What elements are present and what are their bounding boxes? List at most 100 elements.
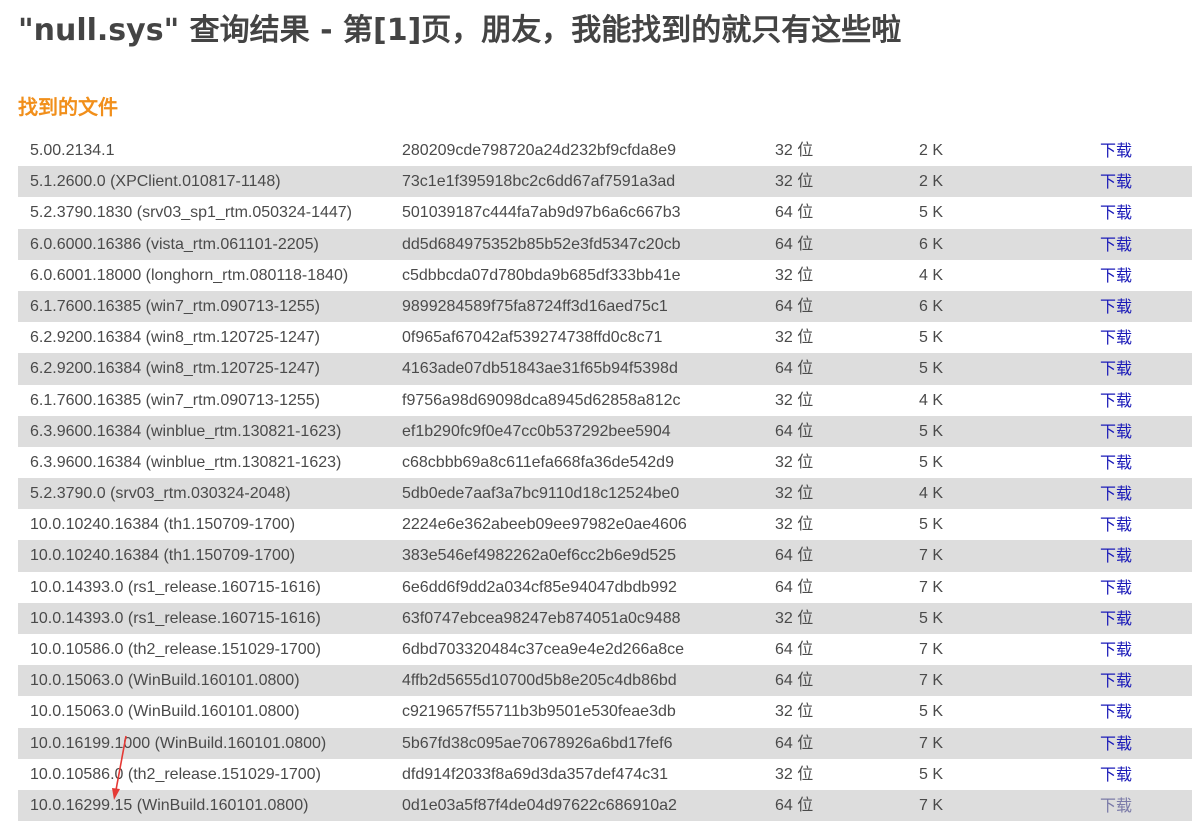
table-row: 10.0.16199.1000 (WinBuild.160101.0800) 5b…: [18, 727, 1192, 759]
size-cell: 7 K: [919, 547, 944, 565]
table-row: 10.0.15063.0 (WinBuild.160101.0800) c9219…: [18, 696, 1192, 727]
hash-cell: c9219657f55711b3b9501e530feae3db: [402, 703, 676, 721]
download-link[interactable]: 下载: [1100, 509, 1132, 540]
version-cell: 10.0.14393.0 (rs1_release.160715-1616): [30, 578, 321, 596]
hash-cell: 63f0747ebcea98247eb874051a0c9488: [402, 609, 681, 627]
table-row: 10.0.10586.0 (th2_release.151029-1700) df…: [18, 759, 1192, 790]
size-cell: 5 K: [919, 422, 944, 440]
download-link[interactable]: 下载: [1100, 322, 1132, 353]
size-cell: 5 K: [919, 765, 944, 783]
table-row: 6.1.7600.16385 (win7_rtm.090713-1255) 989…: [18, 290, 1192, 323]
version-cell: 10.0.14393.0 (rs1_release.160715-1616): [30, 609, 321, 627]
arch-cell: 32 位: [775, 173, 814, 191]
size-cell: 7 K: [919, 734, 944, 752]
arch-cell: 32 位: [775, 142, 814, 159]
size-cell: 4 K: [919, 266, 944, 284]
hash-cell: c5dbbcda07d780bda9b685df333bb41e: [402, 266, 681, 284]
version-cell: 6.0.6000.16386 (vista_rtm.061101-2205): [30, 235, 319, 253]
hash-cell: 5db0ede7aaf3a7bc9110d18c12524be0: [402, 485, 680, 503]
version-cell: 10.0.15063.0 (WinBuild.160101.0800): [30, 672, 300, 690]
version-cell: 6.2.9200.16384 (win8_rtm.120725-1247): [30, 329, 320, 347]
version-cell: 10.0.10586.0 (th2_release.151029-1700): [30, 765, 321, 783]
download-link[interactable]: 下载: [1100, 540, 1132, 571]
arch-cell: 64 位: [775, 204, 814, 222]
hash-cell: dfd914f2033f8a69d3da357def474c31: [402, 765, 669, 783]
hash-cell: 280209cde798720a24d232bf9cfda8e9: [402, 142, 677, 159]
hash-cell: 9899284589f75fa8724ff3d16aed75c1: [402, 297, 668, 315]
arch-cell: 64 位: [775, 360, 814, 378]
hash-cell: 4163ade07db51843ae31f65b94f5398d: [402, 360, 678, 378]
table-row: 10.0.16299.15 (WinBuild.160101.0800) 0d1e…: [18, 789, 1192, 822]
table-row: 10.0.14393.0 (rs1_release.160715-1616) 63…: [18, 602, 1192, 634]
version-cell: 5.2.3790.0 (srv03_rtm.030324-2048): [30, 485, 291, 503]
size-cell: 5 K: [919, 360, 944, 378]
arch-cell: 32 位: [775, 485, 814, 503]
hash-cell: 73c1e1f395918bc2c6dd67af7591a3ad: [402, 173, 676, 191]
version-cell: 10.0.16299.15 (WinBuild.160101.0800): [30, 796, 309, 814]
table-row: 5.2.3790.1830 (srv03_sp1_rtm.050324-1447…: [18, 197, 1192, 228]
version-cell: 6.0.6001.18000 (longhorn_rtm.080118-1840…: [30, 266, 349, 284]
version-cell: 6.3.9600.16384 (winblue_rtm.130821-1623): [30, 453, 342, 471]
download-link[interactable]: 下载: [1100, 603, 1132, 634]
arch-cell: 32 位: [775, 453, 814, 471]
download-link[interactable]: 下载: [1100, 759, 1132, 790]
size-cell: 6 K: [919, 235, 944, 253]
version-cell: 10.0.15063.0 (WinBuild.160101.0800): [30, 703, 300, 721]
version-cell: 6.1.7600.16385 (win7_rtm.090713-1255): [30, 297, 320, 315]
arch-cell: 32 位: [775, 703, 814, 721]
download-link[interactable]: 下载: [1100, 291, 1132, 322]
arch-cell: 32 位: [775, 266, 814, 284]
arch-cell: 32 位: [775, 391, 814, 409]
download-link[interactable]: 下载: [1100, 696, 1132, 727]
hash-cell: 2224e6e362abeeb09ee97982e0ae4606: [402, 516, 687, 534]
arch-cell: 64 位: [775, 547, 814, 565]
table-row: 6.2.9200.16384 (win8_rtm.120725-1247) 416…: [18, 353, 1192, 385]
version-cell: 5.00.2134.1: [30, 142, 115, 159]
table-row: 6.0.6001.18000 (longhorn_rtm.080118-1840…: [18, 260, 1192, 291]
arch-cell: 64 位: [775, 578, 814, 596]
version-cell: 6.2.9200.16384 (win8_rtm.120725-1247): [30, 360, 320, 378]
arch-cell: 64 位: [775, 734, 814, 752]
size-cell: 5 K: [919, 703, 944, 721]
download-link[interactable]: 下载: [1100, 665, 1132, 696]
section-title: 找到的文件: [18, 95, 118, 119]
hash-cell: 4ffb2d5655d10700d5b8e205c4db86bd: [402, 672, 677, 690]
table-row: 6.2.9200.16384 (win8_rtm.120725-1247) 0f9…: [18, 322, 1192, 353]
download-link[interactable]: 下载: [1100, 447, 1132, 478]
download-link[interactable]: 下载: [1100, 385, 1132, 416]
hash-cell: dd5d684975352b85b52e3fd5347c20cb: [402, 235, 681, 253]
table-row: 10.0.10240.16384 (th1.150709-1700) 383e54…: [18, 540, 1192, 572]
size-cell: 5 K: [919, 329, 944, 347]
arch-cell: 64 位: [775, 422, 814, 440]
table-row: 5.00.2134.1 280209cde798720a24d232bf9cfda…: [18, 135, 1192, 166]
version-cell: 5.2.3790.1830 (srv03_sp1_rtm.050324-1447…: [30, 204, 352, 222]
download-link[interactable]: 下载: [1100, 478, 1132, 509]
table-row: 6.3.9600.16384 (winblue_rtm.130821-1623)…: [18, 447, 1192, 478]
size-cell: 5 K: [919, 204, 944, 222]
table-row: 5.1.2600.0 (XPClient.010817-1148) 73c1e1f…: [18, 166, 1192, 198]
table-row: 10.0.10240.16384 (th1.150709-1700) 2224e6…: [18, 509, 1192, 540]
hash-cell: 6dbd703320484c37cea9e4e2d266a8ce: [402, 641, 685, 658]
version-cell: 10.0.10240.16384 (th1.150709-1700): [30, 516, 296, 534]
hash-cell: 0d1e03a5f87f4de04d97622c686910a2: [402, 796, 677, 814]
size-cell: 5 K: [919, 453, 944, 471]
download-link[interactable]: 下载: [1100, 728, 1132, 759]
download-link[interactable]: 下载: [1100, 790, 1132, 821]
table-row: 6.1.7600.16385 (win7_rtm.090713-1255) f97…: [18, 385, 1192, 416]
download-link[interactable]: 下载: [1100, 197, 1132, 228]
arch-cell: 32 位: [775, 329, 814, 347]
download-link[interactable]: 下载: [1100, 572, 1132, 603]
download-link[interactable]: 下载: [1100, 353, 1132, 384]
download-link[interactable]: 下载: [1100, 229, 1132, 260]
hash-cell: c68cbbb69a8c611efa668fa36de542d9: [402, 453, 674, 471]
arch-cell: 64 位: [775, 235, 814, 253]
download-link[interactable]: 下载: [1100, 166, 1132, 197]
size-cell: 5 K: [919, 516, 944, 534]
download-link[interactable]: 下载: [1100, 260, 1132, 291]
download-link[interactable]: 下载: [1100, 416, 1132, 447]
hash-cell: 383e546ef4982262a0ef6cc2b6e9d525: [402, 547, 677, 565]
download-link[interactable]: 下载: [1100, 135, 1132, 166]
version-cell: 10.0.10240.16384 (th1.150709-1700): [30, 547, 296, 565]
download-link[interactable]: 下载: [1100, 634, 1132, 665]
size-cell: 2 K: [919, 142, 944, 159]
